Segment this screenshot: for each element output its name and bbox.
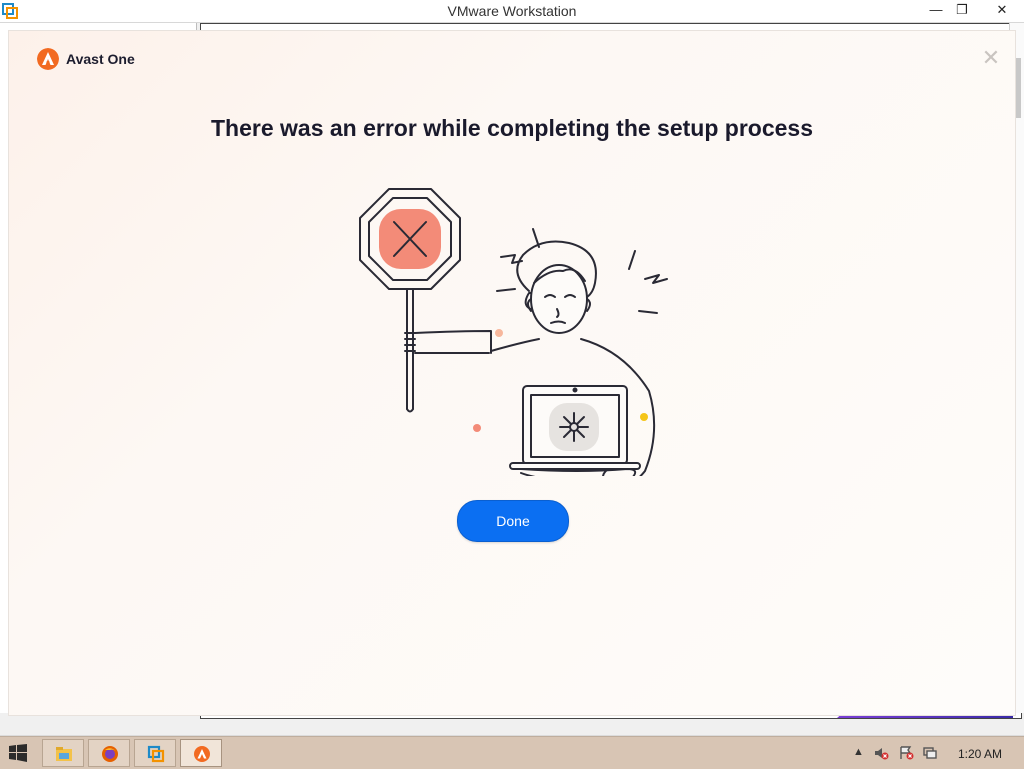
- avast-setup-dialog: Avast One ✕ There was an error while com…: [8, 30, 1016, 716]
- vmware-icon: [147, 745, 165, 763]
- windows-start-icon[interactable]: [8, 743, 28, 763]
- brand-name: Avast One: [66, 51, 135, 67]
- volume-muted-icon[interactable]: [873, 745, 889, 761]
- show-hidden-icons-button[interactable]: ▲: [853, 746, 864, 758]
- taskbar: ▲ 1:20 AM: [0, 736, 1024, 769]
- minimize-button[interactable]: —: [922, 0, 950, 22]
- taskbar-item-file-explorer[interactable]: [42, 739, 84, 767]
- taskbar-item-avast[interactable]: [180, 739, 222, 767]
- loading-spinner-icon: [559, 412, 589, 442]
- laptop-icon: [509, 385, 641, 470]
- file-explorer-icon: [56, 747, 72, 761]
- taskbar-item-firefox[interactable]: [88, 739, 130, 767]
- stop-sign-icon: [359, 188, 461, 413]
- host-close-button[interactable]: ✕: [982, 0, 1022, 22]
- host-titlebar: VMware Workstation — ❐ ✕: [0, 0, 1024, 23]
- done-button[interactable]: Done: [457, 500, 569, 542]
- restore-button[interactable]: ❐: [948, 0, 976, 22]
- avast-logo-icon: [37, 48, 59, 70]
- avast-icon: [194, 746, 210, 762]
- dialog-close-button[interactable]: ✕: [979, 47, 1003, 71]
- error-headline: There was an error while completing the …: [211, 115, 813, 141]
- firefox-icon: [102, 746, 118, 762]
- taskbar-item-vmware[interactable]: [134, 739, 176, 767]
- host-window-title: VMware Workstation: [447, 3, 577, 19]
- network-icon[interactable]: [922, 745, 938, 761]
- system-clock[interactable]: 1:20 AM: [958, 747, 1002, 761]
- action-center-warning-icon[interactable]: [898, 745, 914, 761]
- error-illustration: [359, 188, 668, 476]
